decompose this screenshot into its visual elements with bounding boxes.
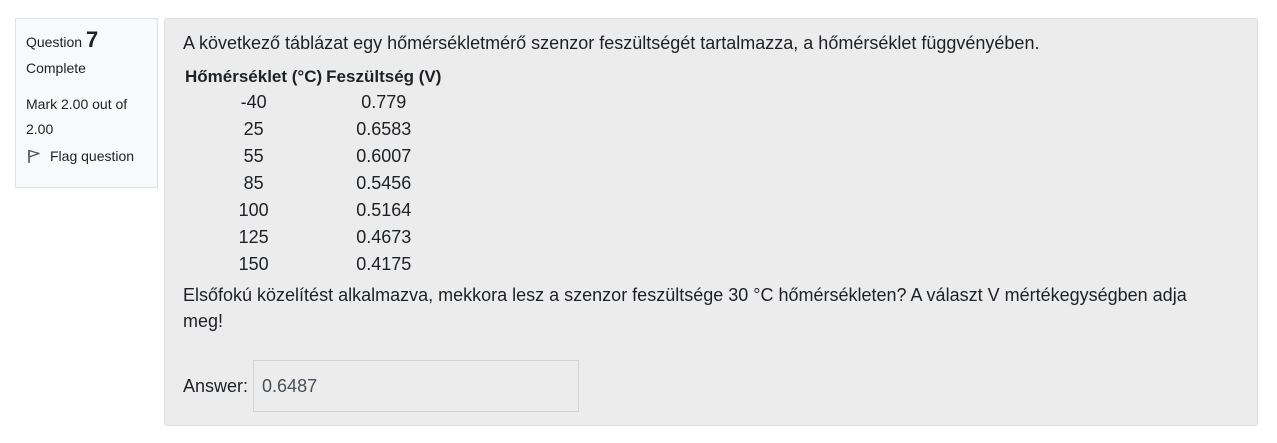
question-intro: A következő táblázat egy hőmérsékletmérő… — [183, 33, 1040, 53]
table-row: -40 0.779 — [183, 89, 443, 116]
table-cell: 150 — [238, 254, 269, 274]
question-number-line: Question 7 — [26, 27, 147, 55]
table-row: 100 0.5164 — [183, 197, 443, 224]
data-table: Hőmérséklet (°C) Feszültség (V) -40 0.77… — [183, 65, 443, 278]
table-cell: 0.5456 — [356, 173, 412, 193]
flag-icon — [28, 149, 40, 163]
table-cell: 0.779 — [361, 92, 407, 112]
table-cell: 0.4175 — [356, 254, 412, 274]
table-cell: 100 — [238, 200, 269, 220]
table-cell: 25 — [243, 119, 264, 139]
table-cell: 0.6583 — [356, 119, 412, 139]
table-cell: 0.5164 — [356, 200, 412, 220]
table-cell: -40 — [240, 92, 267, 112]
table-cell: 0.4673 — [356, 227, 412, 247]
answer-label: Answer: — [183, 375, 249, 396]
question-info-panel: Question 7 Complete Mark 2.00 out of 2.0… — [15, 18, 158, 188]
table-row: 25 0.6583 — [183, 116, 443, 143]
answer-input[interactable] — [253, 360, 580, 412]
table-row: 85 0.5456 — [183, 170, 443, 197]
question-state: Complete — [26, 60, 86, 76]
question-content: A következő táblázat egy hőmérsékletmérő… — [164, 18, 1258, 426]
question-label: Question — [26, 34, 83, 50]
table-cell: 85 — [243, 173, 264, 193]
table-header-temperature: Hőmérséklet (°C) — [185, 67, 323, 86]
table-header-row: Hőmérséklet (°C) Feszültség (V) — [183, 65, 443, 89]
flag-question-label: Flag question — [50, 148, 135, 164]
table-row: 150 0.4175 — [183, 251, 443, 278]
question-number: 7 — [86, 27, 99, 52]
table-row: 55 0.6007 — [183, 143, 443, 170]
flag-question-button[interactable]: Flag question — [26, 148, 147, 164]
table-header-voltage: Feszültség (V) — [326, 67, 442, 86]
table-cell: 55 — [243, 146, 264, 166]
question-prompt: Elsőfokú közelítést alkalmazva, mekkora … — [183, 285, 1187, 331]
answer-row: Answer: — [183, 360, 1239, 412]
table-row: 125 0.4673 — [183, 224, 443, 251]
question-grade: Mark 2.00 out of 2.00 — [26, 96, 128, 137]
table-cell: 125 — [238, 227, 269, 247]
table-cell: 0.6007 — [356, 146, 412, 166]
